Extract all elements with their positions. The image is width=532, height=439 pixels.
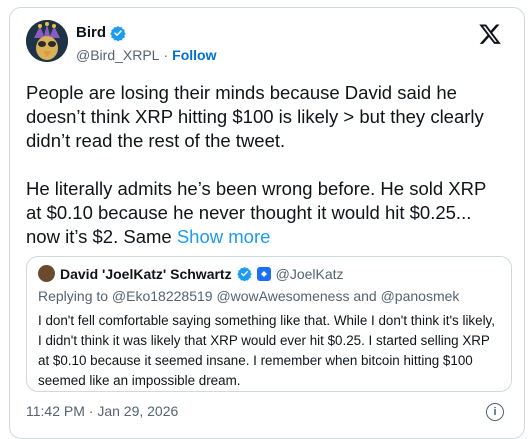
affiliate-badge-icon bbox=[256, 266, 271, 281]
verified-badge-icon bbox=[236, 266, 252, 281]
quoted-author-name: David 'JoelKatz' Schwartz bbox=[60, 265, 232, 282]
author-handle[interactable]: @Bird_XRPL bbox=[76, 47, 159, 63]
quoted-avatar bbox=[38, 265, 55, 282]
author-handle-row: @Bird_XRPL · Follow bbox=[76, 47, 216, 63]
info-icon[interactable]: i bbox=[486, 403, 504, 421]
author-name-row[interactable]: Bird bbox=[76, 24, 126, 41]
show-more-link[interactable]: Show more bbox=[177, 226, 271, 247]
replying-to: Replying to @Eko18228519 @wowAwesomeness… bbox=[38, 288, 460, 304]
tweet-paragraph-2: He literally admits he’s been wrong befo… bbox=[26, 177, 506, 249]
tweet-paragraph-1: People are losing their minds because Da… bbox=[26, 82, 484, 151]
quoted-header: David 'JoelKatz' Schwartz @JoelKatz bbox=[38, 265, 344, 282]
follow-button[interactable]: Follow bbox=[172, 47, 216, 63]
quoted-author-handle: @JoelKatz bbox=[275, 265, 344, 282]
author-name[interactable]: Bird bbox=[76, 24, 106, 41]
quoted-text: I don't fell comfortable saying somethin… bbox=[38, 313, 495, 388]
separator-dot: · bbox=[163, 47, 169, 63]
verified-badge-icon bbox=[110, 25, 126, 41]
tweet-body: People are losing their minds because Da… bbox=[26, 81, 506, 249]
x-logo-icon[interactable] bbox=[476, 22, 504, 46]
quoted-tweet[interactable]: David 'JoelKatz' Schwartz @JoelKatz Repl… bbox=[26, 256, 512, 392]
bird-avatar-image bbox=[26, 20, 68, 62]
tweet-timestamp[interactable]: 11:42 PM · Jan 29, 2026 bbox=[26, 403, 178, 419]
author-avatar[interactable] bbox=[26, 20, 68, 62]
